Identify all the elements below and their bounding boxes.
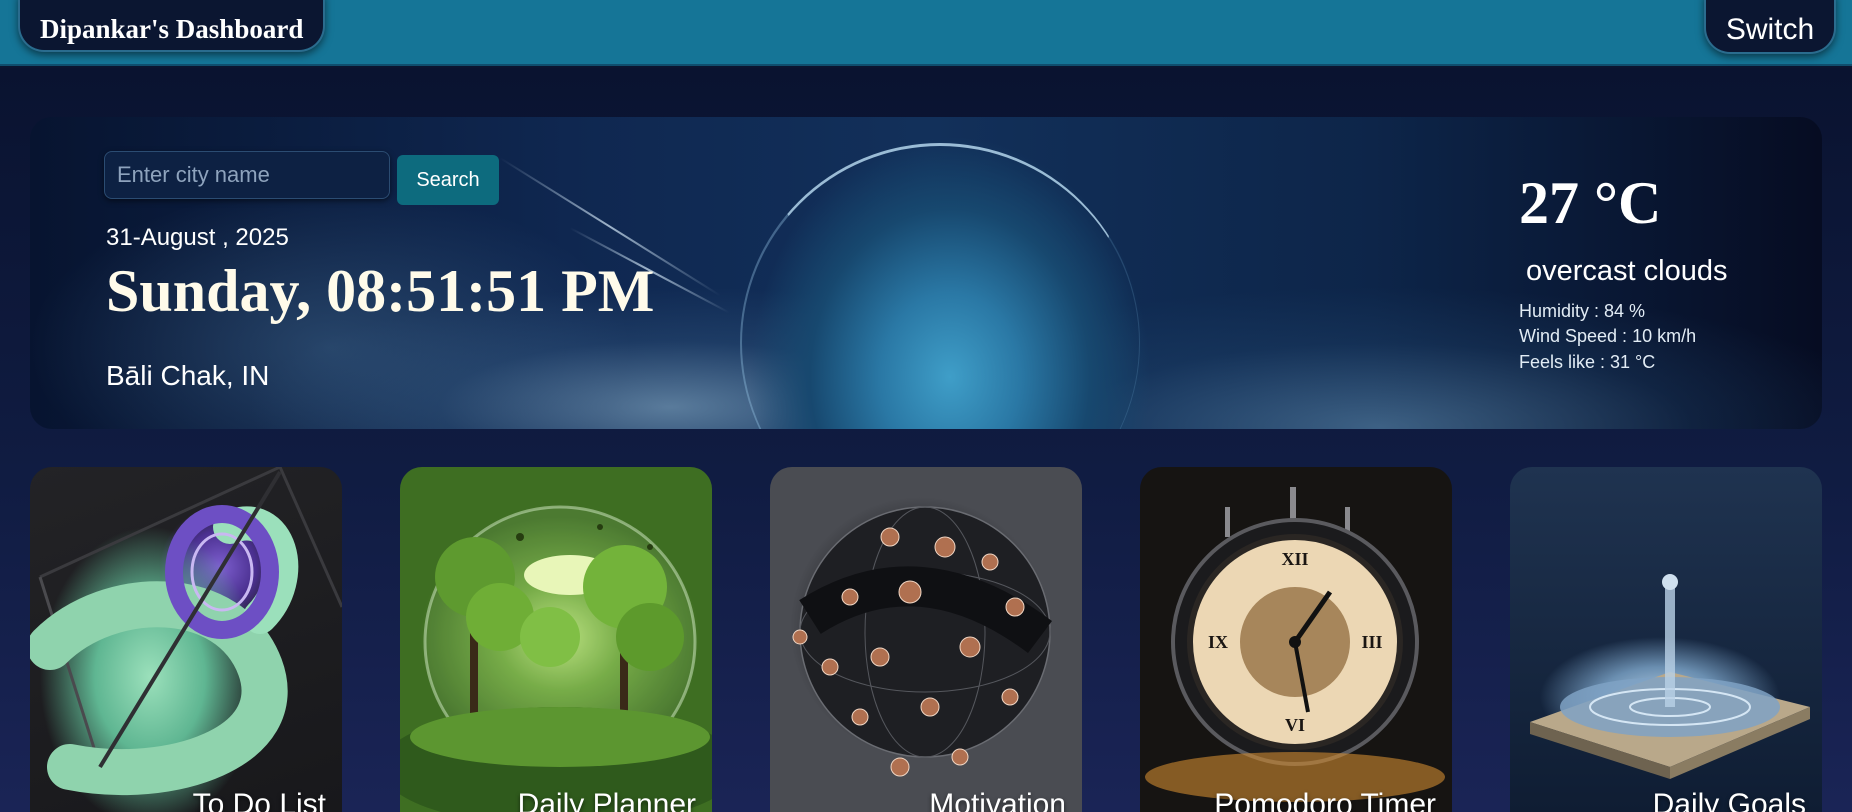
card-motivation[interactable]: Motivation <box>770 467 1082 812</box>
feels-like: Feels like : 31 °C <box>1519 352 1656 372</box>
card-label: Daily Planner <box>517 788 696 812</box>
svg-text:IX: IX <box>1208 632 1228 652</box>
card-pomodoro-timer[interactable]: XII III VI IX Pomodoro Timer <box>1140 467 1452 812</box>
humidity: Humidity : 84 % <box>1519 301 1646 321</box>
weather-condition: overcast clouds <box>1526 255 1728 287</box>
card-label: Daily Goals <box>1652 788 1806 812</box>
clock-image: XII III VI IX <box>1145 487 1445 802</box>
card-label: Motivation <box>929 788 1066 812</box>
card-to-do-list[interactable]: To Do List <box>30 467 342 812</box>
water-drop-image <box>1530 574 1810 779</box>
switch-button[interactable]: Switch <box>1704 0 1836 54</box>
search-button[interactable]: Search <box>397 155 499 205</box>
svg-text:III: III <box>1361 632 1382 652</box>
metal-sphere-image <box>792 506 1052 777</box>
forest-sphere-image <box>400 505 712 812</box>
card-daily-planner[interactable]: Daily Planner <box>400 467 712 812</box>
wind-speed: Wind Speed : 10 km/h <box>1519 326 1697 346</box>
planet-graphic <box>740 143 1140 429</box>
svg-text:VI: VI <box>1285 715 1305 735</box>
card-label: Pomodoro Timer <box>1214 788 1436 812</box>
top-bar: Dipankar's Dashboard Switch <box>0 0 1852 66</box>
card-daily-goals[interactable]: Daily Goals <box>1510 467 1822 812</box>
temperature: 27 °C <box>1519 170 1662 236</box>
current-time: Sunday, 08:51:51 PM <box>106 258 655 324</box>
weather-hero-panel: Search 31-August , 2025 Sunday, 08:51:51… <box>30 117 1822 429</box>
city-search-input[interactable] <box>104 151 390 199</box>
dashboard-title: Dipankar's Dashboard <box>18 0 326 52</box>
svg-text:XII: XII <box>1281 549 1308 569</box>
card-label: To Do List <box>192 788 326 812</box>
current-location: Bāli Chak, IN <box>106 360 270 391</box>
ring-sculpture-image <box>30 467 342 796</box>
current-date: 31-August , 2025 <box>106 224 289 251</box>
